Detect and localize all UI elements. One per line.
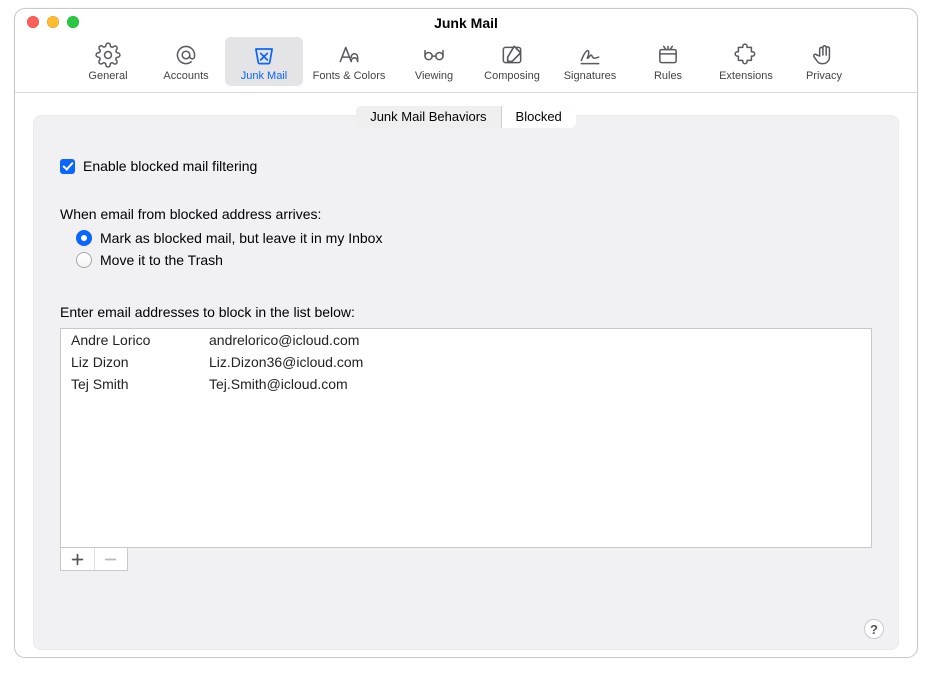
blocked-email: Liz.Dizon36@icloud.com	[209, 354, 861, 370]
tab-junk-behaviors[interactable]: Junk Mail Behaviors	[356, 106, 500, 128]
toolbar-extensions[interactable]: Extensions	[707, 37, 785, 86]
radio-move-trash[interactable]	[76, 252, 92, 268]
blocked-name: Andre Lorico	[71, 332, 209, 348]
junk-mail-icon	[225, 41, 303, 69]
tab-blocked[interactable]: Blocked	[501, 106, 576, 128]
blocked-name: Liz Dizon	[71, 354, 209, 370]
at-sign-icon	[147, 41, 225, 69]
enable-blocked-filtering-checkbox[interactable]	[60, 159, 75, 174]
close-icon[interactable]	[27, 16, 39, 28]
preferences-window: Junk Mail General Accounts Junk Mai	[14, 8, 918, 658]
toolbar-label: Privacy	[785, 70, 863, 82]
prefs-toolbar: General Accounts Junk Mail Fonts & Color…	[15, 37, 917, 92]
radio-mark-blocked[interactable]	[76, 230, 92, 246]
blocked-name: Tej Smith	[71, 376, 209, 392]
plus-icon	[71, 553, 84, 566]
window-title: Junk Mail	[15, 9, 917, 31]
toolbar-label: Viewing	[395, 70, 473, 82]
list-heading: Enter email addresses to block in the li…	[60, 304, 872, 320]
toolbar-viewing[interactable]: Viewing	[395, 37, 473, 86]
toolbar-label: Extensions	[707, 70, 785, 82]
remove-button[interactable]	[94, 548, 127, 570]
toolbar-junk-mail[interactable]: Junk Mail	[225, 37, 303, 86]
titlebar: Junk Mail	[15, 9, 917, 37]
toolbar-privacy[interactable]: Privacy	[785, 37, 863, 86]
zoom-icon[interactable]	[67, 16, 79, 28]
hand-icon	[785, 41, 863, 69]
glasses-icon	[395, 41, 473, 69]
gear-icon	[69, 41, 147, 69]
toolbar-label: Fonts & Colors	[303, 70, 395, 82]
add-remove-bar	[60, 548, 128, 571]
blocked-email: Tej.Smith@icloud.com	[209, 376, 861, 392]
toolbar-fonts-colors[interactable]: Fonts & Colors	[303, 37, 395, 86]
toolbar-composing[interactable]: Composing	[473, 37, 551, 86]
subtab-segmented-control: Junk Mail Behaviors Blocked	[356, 106, 576, 128]
minus-icon	[104, 553, 117, 566]
blocked-addresses-list[interactable]: Andre Lorico andrelorico@icloud.com Liz …	[60, 328, 872, 548]
window-controls	[27, 16, 79, 28]
help-button[interactable]: ?	[864, 619, 884, 639]
compose-icon	[473, 41, 551, 69]
radio-mark-blocked-label: Mark as blocked mail, but leave it in my…	[100, 230, 382, 246]
puzzle-icon	[707, 41, 785, 69]
toolbar-label: Accounts	[147, 70, 225, 82]
list-item[interactable]: Andre Lorico andrelorico@icloud.com	[61, 329, 871, 351]
radio-move-trash-label: Move it to the Trash	[100, 252, 223, 268]
rules-icon	[629, 41, 707, 69]
toolbar-label: Rules	[629, 70, 707, 82]
arrives-heading: When email from blocked address arrives:	[60, 206, 872, 222]
toolbar-signatures[interactable]: Signatures	[551, 37, 629, 86]
toolbar-label: General	[69, 70, 147, 82]
toolbar-general[interactable]: General	[69, 37, 147, 86]
list-item[interactable]: Tej Smith Tej.Smith@icloud.com	[61, 373, 871, 395]
add-button[interactable]	[61, 548, 94, 570]
list-item[interactable]: Liz Dizon Liz.Dizon36@icloud.com	[61, 351, 871, 373]
enable-blocked-filtering-label: Enable blocked mail filtering	[83, 158, 257, 174]
minimize-icon[interactable]	[47, 16, 59, 28]
toolbar-label: Junk Mail	[225, 70, 303, 82]
fonts-icon	[303, 41, 395, 69]
toolbar-label: Signatures	[551, 70, 629, 82]
toolbar-accounts[interactable]: Accounts	[147, 37, 225, 86]
signature-icon	[551, 41, 629, 69]
toolbar-label: Composing	[473, 70, 551, 82]
content-panel: Junk Mail Behaviors Blocked Enable block…	[33, 115, 899, 650]
toolbar-rules[interactable]: Rules	[629, 37, 707, 86]
blocked-email: andrelorico@icloud.com	[209, 332, 861, 348]
